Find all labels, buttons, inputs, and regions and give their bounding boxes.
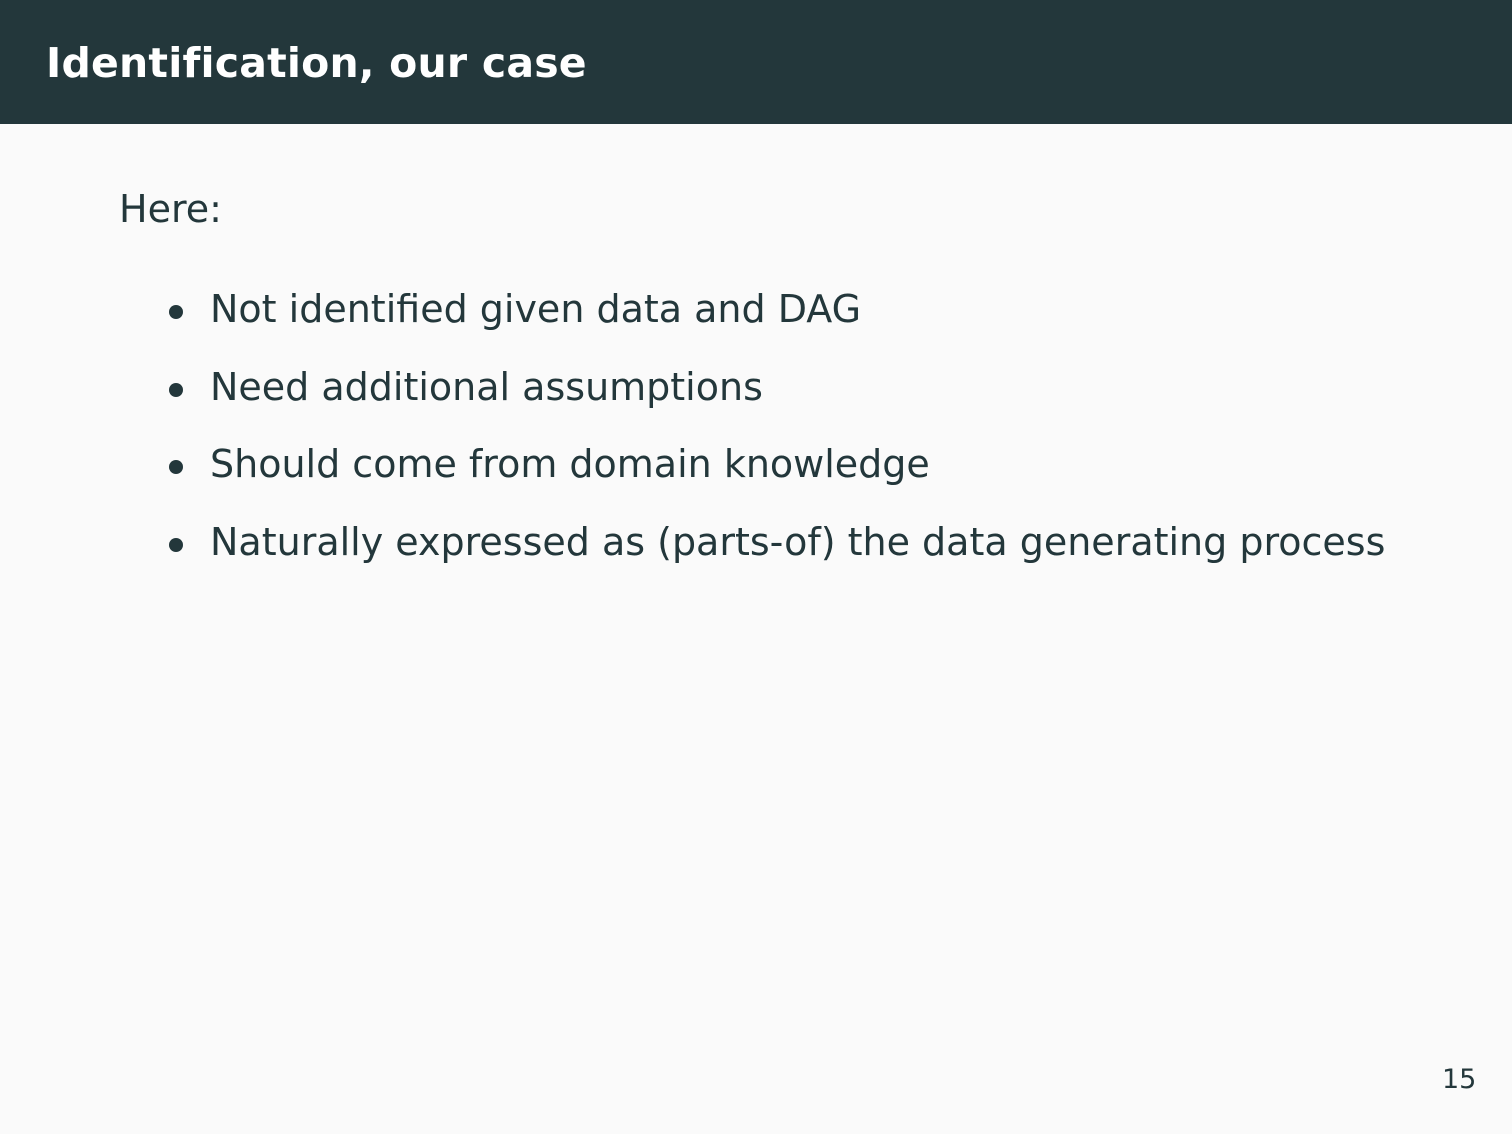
bullet-icon — [169, 305, 183, 319]
intro-text: Here: — [119, 187, 222, 231]
slide-title: Identification, our case — [46, 39, 587, 87]
slide: Identification, our case Here: Not ident… — [0, 0, 1512, 1134]
bullet-text: Should come from domain knowledge — [210, 442, 930, 486]
slide-header: Identification, our case — [0, 0, 1512, 124]
bullet-icon — [169, 382, 183, 397]
bullet-icon — [169, 537, 183, 552]
bullet-text: Not identified given data and DAG — [210, 287, 862, 331]
bullet-text: Need additional assumptions — [210, 364, 763, 409]
page-number: 15 — [1442, 1064, 1477, 1095]
bullet-icon — [169, 460, 183, 474]
bullet-text: Naturally expressed as (parts-of) the da… — [210, 519, 1386, 564]
